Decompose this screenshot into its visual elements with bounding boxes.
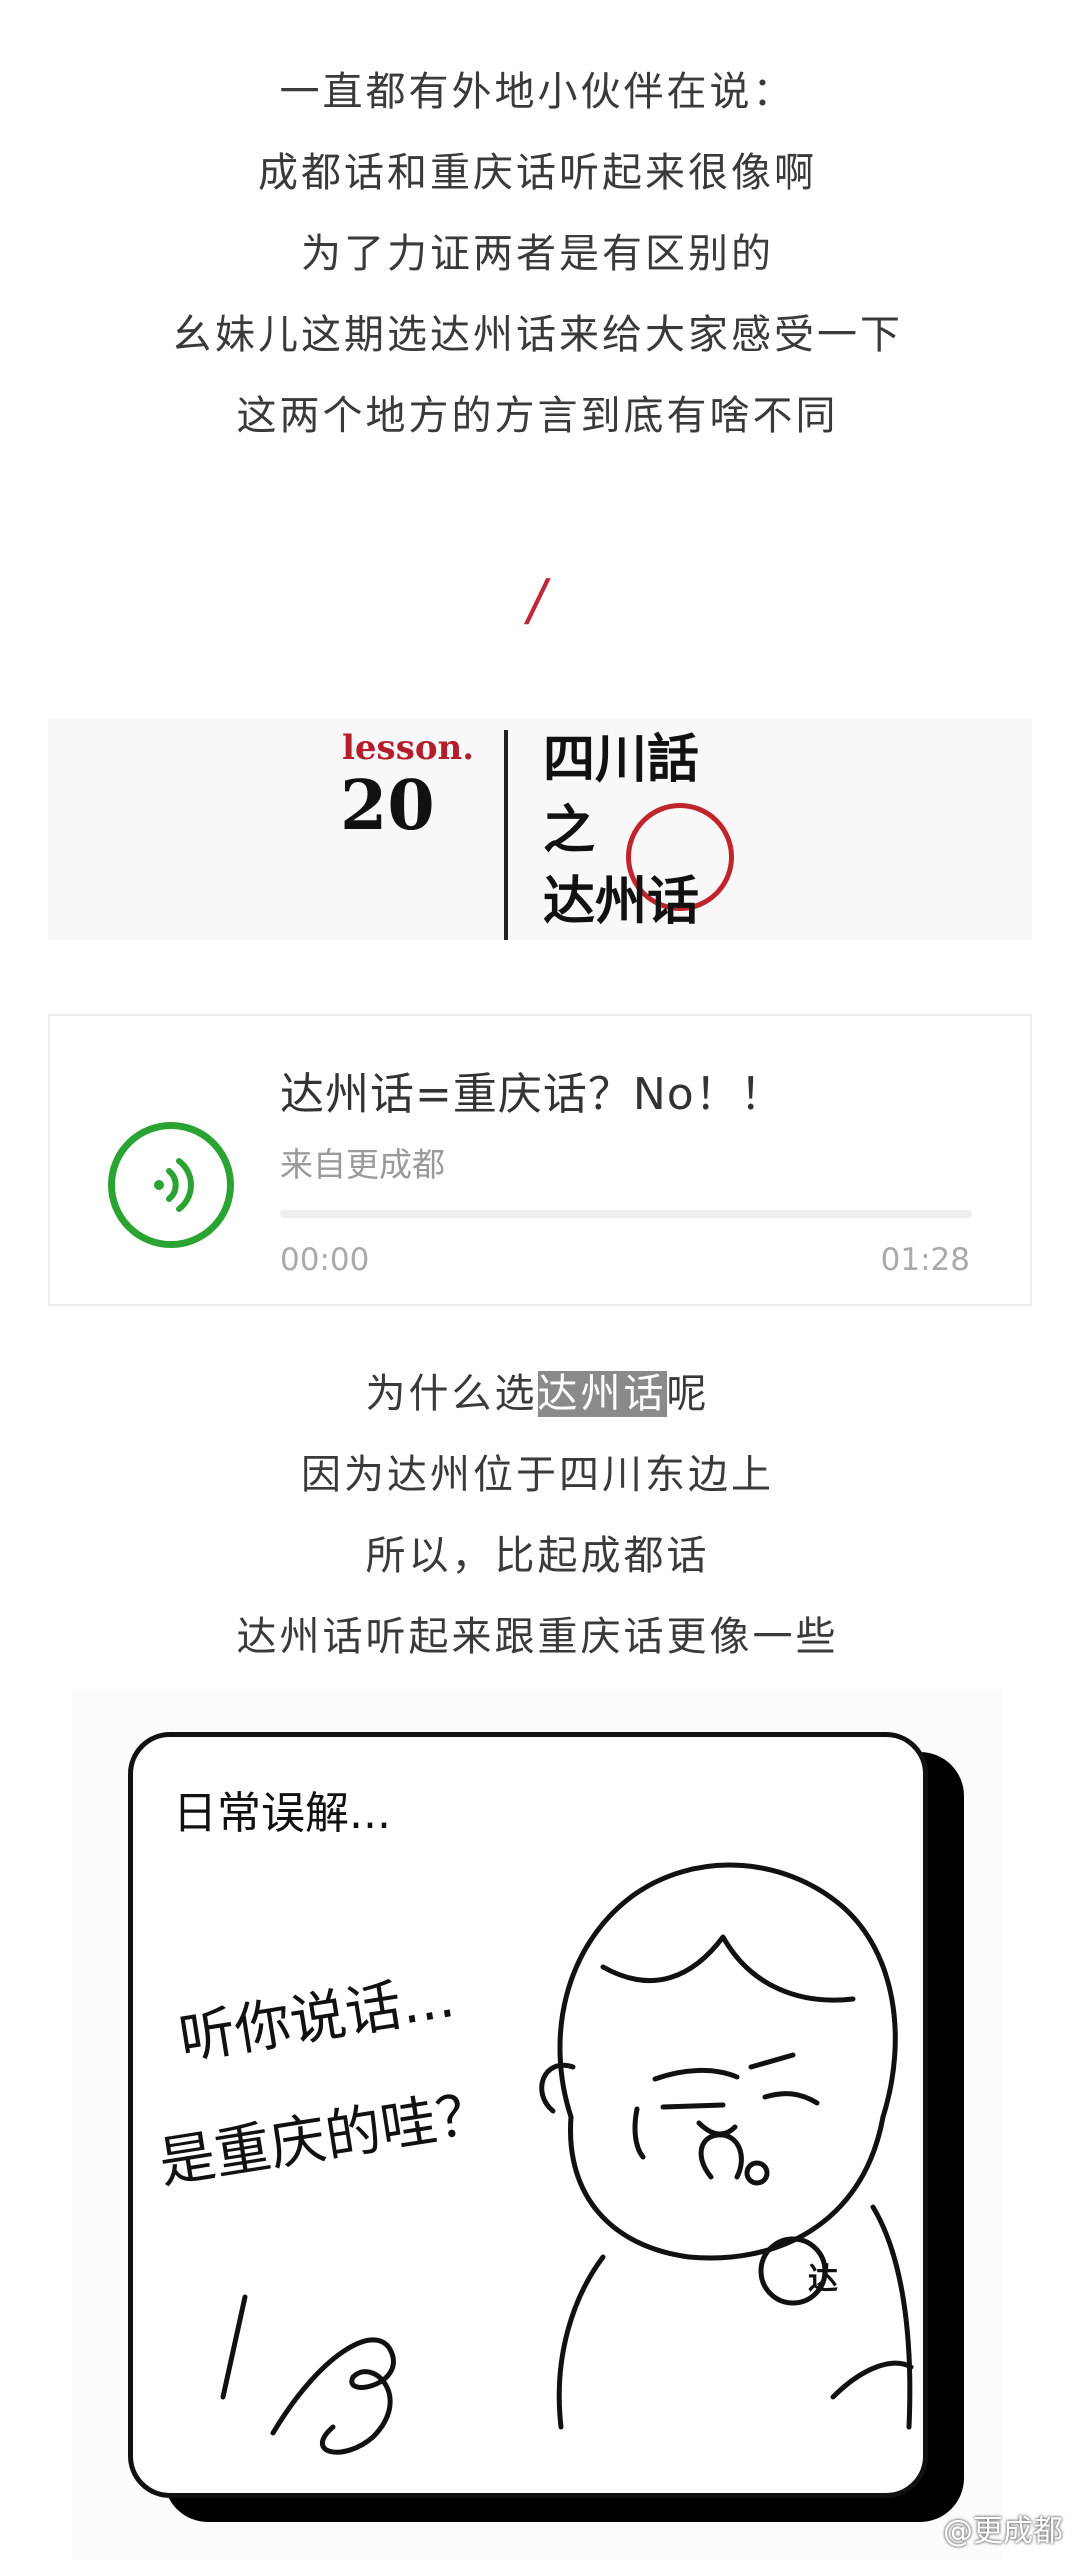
- section-divider-slash: /: [522, 568, 553, 633]
- shirt-badge-text: 达: [808, 2262, 838, 2297]
- intro-line-1: 一直都有外地小伙伴在说：: [279, 69, 796, 115]
- intro-line-5: 这两个地方的方言到底有啥不同: [236, 393, 839, 439]
- body-line-4: 达州话听起来跟重庆话更像一些: [236, 1614, 839, 1660]
- sound-wave-icon: [154, 1158, 194, 1212]
- intro-line-3: 为了力证两者是有区别的: [301, 231, 774, 277]
- lesson-banner: lesson. 20 四川話 之 达州话: [48, 718, 1032, 940]
- banner-divider: [504, 730, 508, 940]
- watermark: @更成都: [943, 2514, 1063, 2549]
- highlighted-text: 达州话: [537, 1371, 667, 1417]
- body-line-2: 因为达州位于四川东边上: [301, 1452, 774, 1498]
- current-time: 00:00: [280, 1242, 370, 1278]
- audio-progress-bar[interactable]: [280, 1210, 972, 1218]
- duration: 01:28: [880, 1242, 970, 1278]
- comic-panel: 日常误解... 听你说话... 是重庆的哇？ 达: [128, 1732, 928, 2498]
- body-line-1-pre: 为什么选: [365, 1371, 538, 1417]
- audio-title: 达州话=重庆话？No！！: [280, 1069, 785, 1120]
- comic-illustration: 日常误解... 听你说话... 是重庆的哇？ 达: [72, 1690, 1002, 2560]
- intro-line-4: 幺妹儿这期选达州话来给大家感受一下: [172, 312, 903, 358]
- comic-header: 日常误解...: [173, 1788, 391, 1839]
- lesson-label: lesson.: [342, 728, 475, 768]
- intro-text: 一直都有外地小伙伴在说： 成都话和重庆话听起来很像啊 为了力证两者是有区别的 幺…: [0, 52, 1075, 457]
- lesson-number: 20: [340, 766, 435, 846]
- play-button[interactable]: [108, 1122, 234, 1248]
- body-line-3: 所以，比起成都话: [365, 1533, 710, 1579]
- audio-player-card[interactable]: 达州话=重庆话？No！！ 来自更成都 00:00 01:28: [48, 1014, 1032, 1306]
- banner-title: 四川話 之 达州话: [543, 724, 699, 937]
- body-line-1-post: 呢: [666, 1371, 710, 1417]
- banner-title-line-1: 四川話: [543, 729, 700, 790]
- banner-title-line-3: 达州话: [543, 871, 700, 932]
- banner-title-line-2: 之: [543, 800, 596, 861]
- body-line-1: 为什么选达州话呢: [0, 1354, 1075, 1435]
- intro-line-2: 成都话和重庆话听起来很像啊: [258, 150, 817, 196]
- body-text: 为什么选达州话呢 因为达州位于四川东边上 所以，比起成都话 达州话听起来跟重庆话…: [0, 1354, 1075, 1678]
- audio-source: 来自更成都: [280, 1145, 445, 1184]
